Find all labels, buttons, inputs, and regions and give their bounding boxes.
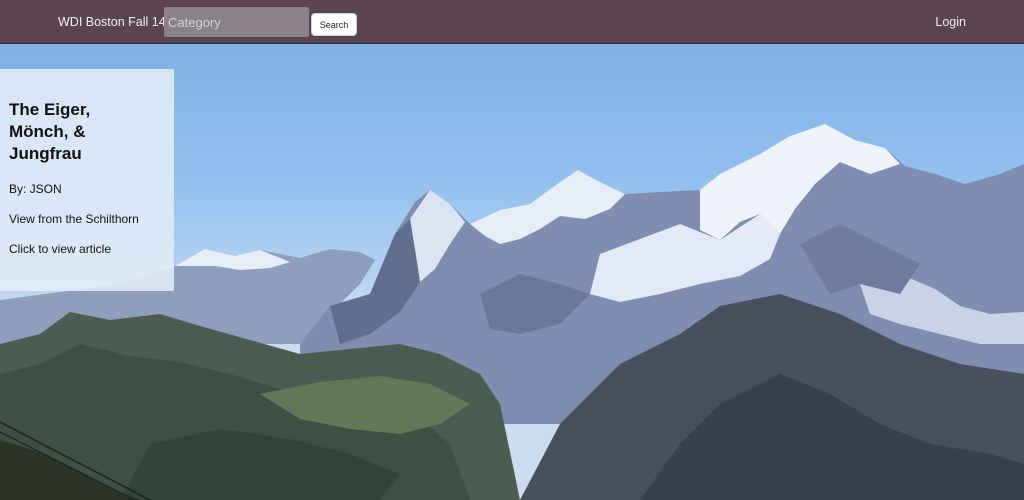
top-navbar: WDI Boston Fall 14 Search Login	[0, 0, 1024, 44]
article-description: View from the Schilthorn	[9, 212, 139, 226]
search-button[interactable]: Search	[311, 13, 357, 36]
article-title: The Eiger, Mönch, & Jungfrau	[9, 100, 91, 163]
view-article-link[interactable]: Click to view article	[9, 242, 165, 256]
article-card[interactable]: The Eiger, Mönch, & Jungfrau By: JSON Vi…	[0, 69, 174, 291]
category-search-input[interactable]	[164, 7, 309, 37]
login-link[interactable]: Login	[935, 15, 966, 29]
brand-title[interactable]: WDI Boston Fall 14	[58, 15, 166, 29]
article-author: By: JSON	[9, 182, 62, 196]
